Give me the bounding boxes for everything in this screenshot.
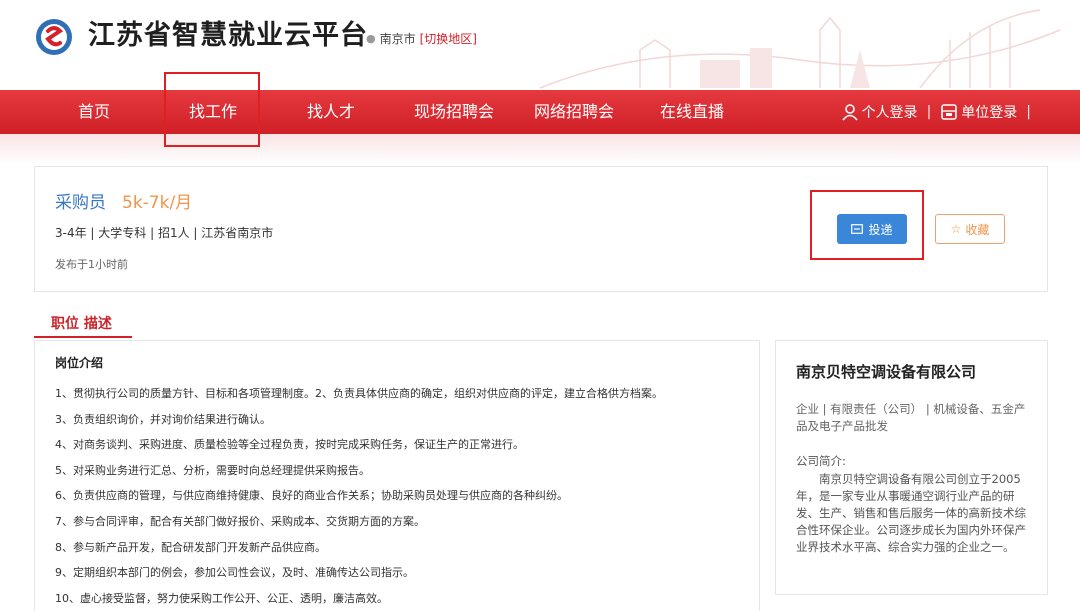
company-login-link[interactable]: 单位登录 bbox=[940, 102, 1017, 122]
description-line: 4、对商务谈判、采购进度、质量检验等全过程负责，按时完成采购任务，保证生产的正常… bbox=[55, 438, 524, 452]
description-line: 9、定期组织本部门的例会，参加公司性会议，及时、准确传达公司指示。 bbox=[55, 566, 414, 580]
personal-login-label: 个人登录 bbox=[861, 105, 918, 121]
nav-online-fair[interactable]: 网络招聘会 bbox=[528, 90, 620, 134]
favorite-button[interactable]: ☆ 收藏 bbox=[935, 214, 1005, 244]
company-login-label: 单位登录 bbox=[961, 105, 1018, 121]
job-salary: 5k-7k/月 bbox=[122, 193, 193, 213]
nav-live-stream[interactable]: 在线直播 bbox=[654, 90, 730, 134]
job-title[interactable]: 采购员 bbox=[55, 193, 106, 213]
description-line: 6、负责供应商的管理，与供应商维持健康、良好的商业合作关系；协助采购员处理与供应… bbox=[55, 489, 568, 503]
current-city: 南京市 bbox=[379, 32, 416, 46]
nav-separator: | bbox=[926, 104, 932, 120]
company-intro: 南京贝特空调设备有限公司创立于2005年，是一家专业从事暖通空调行业产品的研发、… bbox=[796, 472, 1026, 554]
nav-home[interactable]: 首页 bbox=[66, 90, 122, 134]
description-line: 10、虚心接受监督，努力使采购工作公开、公正、透明，廉洁高效。 bbox=[55, 591, 388, 605]
job-description-card: 岗位介绍 1、贯彻执行公司的质量方针、目标和各项管理制度。2、负责具体供应商的确… bbox=[34, 340, 760, 611]
apply-button-label: 投递 bbox=[868, 222, 893, 237]
nav-find-job[interactable]: 找工作 bbox=[180, 90, 246, 134]
switch-region-link[interactable]: [切换地区] bbox=[420, 31, 477, 47]
apply-button[interactable]: 投递 bbox=[837, 214, 907, 244]
send-icon bbox=[851, 224, 864, 234]
company-card: 南京贝特空调设备有限公司 企业 | 有限责任（公司） | 机械设备、五金产品及电… bbox=[775, 340, 1048, 595]
section-header: 职位 描述 bbox=[34, 314, 1048, 338]
location-pin-icon: ● bbox=[366, 32, 376, 45]
company-name[interactable]: 南京贝特空调设备有限公司 bbox=[796, 361, 976, 383]
job-title-line: 采购员 5k-7k/月 bbox=[55, 192, 192, 214]
building-icon bbox=[941, 104, 958, 120]
star-icon: ☆ bbox=[950, 222, 962, 236]
city-skyline-decoration bbox=[539, 9, 1061, 89]
location-selector[interactable]: ● 南京市 [切换地区] bbox=[366, 31, 477, 47]
section-title: 职位 描述 bbox=[51, 316, 112, 332]
job-meta: 3-4年 | 大学专科 | 招1人 | 江苏省南京市 bbox=[55, 226, 274, 240]
personal-login-link[interactable]: 个人登录 bbox=[841, 102, 918, 122]
description-line: 8、参与新产品开发，配合研发部门开发新产品供应商。 bbox=[55, 540, 326, 554]
job-posted-time: 发布于1小时前 bbox=[55, 258, 128, 271]
company-tags: 企业 | 有限责任（公司） | 机械设备、五金产品及电子产品批发 bbox=[796, 402, 1026, 433]
description-list: 1、贯彻执行公司的质量方针、目标和各项管理制度。2、负责具体供应商的确定，组织对… bbox=[55, 381, 663, 611]
description-heading: 岗位介绍 bbox=[55, 356, 104, 370]
description-line: 3、负责组织询价，并对询价结果进行确认。 bbox=[55, 412, 271, 426]
site-header: 江苏省智慧就业云平台 ● 南京市 [切换地区] bbox=[0, 0, 1080, 90]
description-line: 7、参与合同评审，配合有关部门做好报价、采购成本、交货期方面的方案。 bbox=[55, 514, 425, 528]
job-summary-card: 采购员 5k-7k/月 3-4年 | 大学专科 | 招1人 | 江苏省南京市 发布… bbox=[34, 166, 1048, 292]
favorite-button-label: 收藏 bbox=[965, 222, 990, 237]
nav-find-talent[interactable]: 找人才 bbox=[300, 90, 362, 134]
main-nav: 首页 找工作 找人才 现场招聘会 网络招聘会 在线直播 个人登录 | 单位登录 … bbox=[0, 90, 1080, 134]
platform-logo-icon[interactable] bbox=[34, 17, 74, 57]
description-line: 1、贯彻执行公司的质量方针、目标和各项管理制度。2、负责具体供应商的确定，组织对… bbox=[55, 387, 663, 400]
nav-shadow bbox=[0, 134, 1080, 164]
site-title: 江苏省智慧就业云平台 bbox=[88, 20, 368, 51]
description-line: 5、对采购业务进行汇总、分析，需要时向总经理提供采购报告。 bbox=[55, 463, 370, 477]
nav-onsite-fair[interactable]: 现场招聘会 bbox=[408, 90, 500, 134]
company-intro-label: 公司简介: bbox=[796, 454, 846, 468]
section-underline bbox=[34, 336, 132, 338]
nav-separator: | bbox=[1026, 104, 1031, 120]
login-area: 个人登录 | 单位登录 | bbox=[841, 90, 1040, 134]
person-icon bbox=[841, 104, 858, 121]
